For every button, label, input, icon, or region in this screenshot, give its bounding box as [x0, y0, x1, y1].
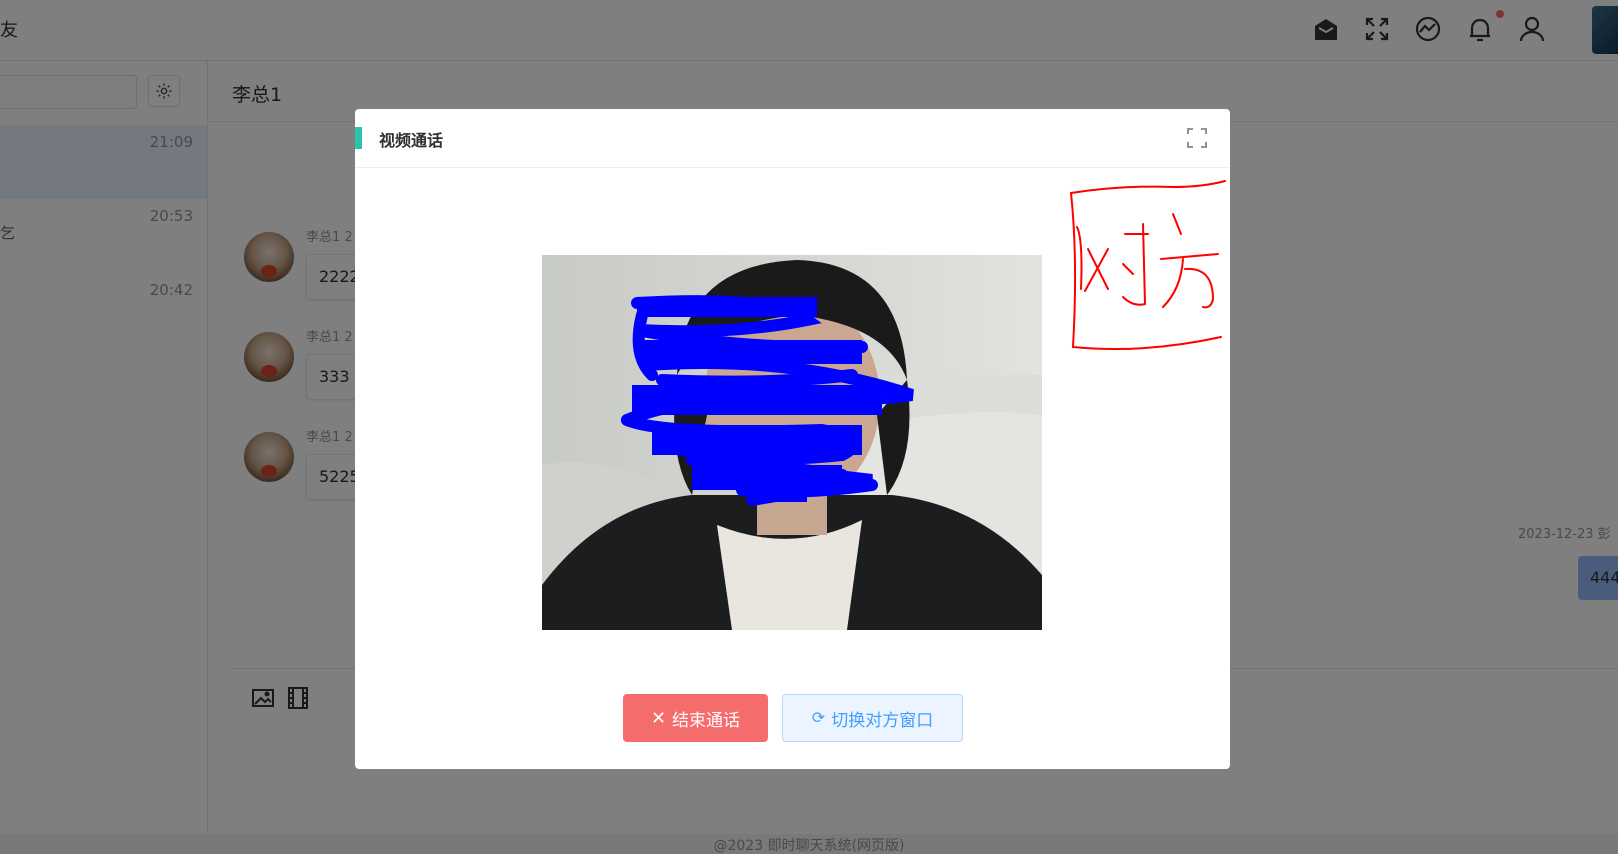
switch-window-label: 切换对方窗口	[831, 710, 934, 730]
end-call-button[interactable]: ✕ 结束通话	[623, 694, 768, 742]
remote-video-annotation[interactable]: 对方	[1063, 179, 1228, 359]
title-accent-bar	[355, 127, 362, 149]
dialog-title: 视频通话	[379, 131, 444, 150]
fullscreen-icon[interactable]	[1185, 126, 1209, 150]
switch-window-button[interactable]: ⟳ 切换对方窗口	[782, 694, 963, 742]
local-video	[542, 255, 1042, 630]
video-call-dialog: 视频通话 ✕ 结束通话 ⟳ 切换对方窗口	[355, 109, 1230, 769]
end-call-label: 结束通话	[672, 710, 741, 730]
close-icon: ✕	[650, 707, 667, 728]
dialog-header: 视频通话	[355, 109, 1230, 168]
refresh-icon: ⟳	[811, 710, 826, 727]
